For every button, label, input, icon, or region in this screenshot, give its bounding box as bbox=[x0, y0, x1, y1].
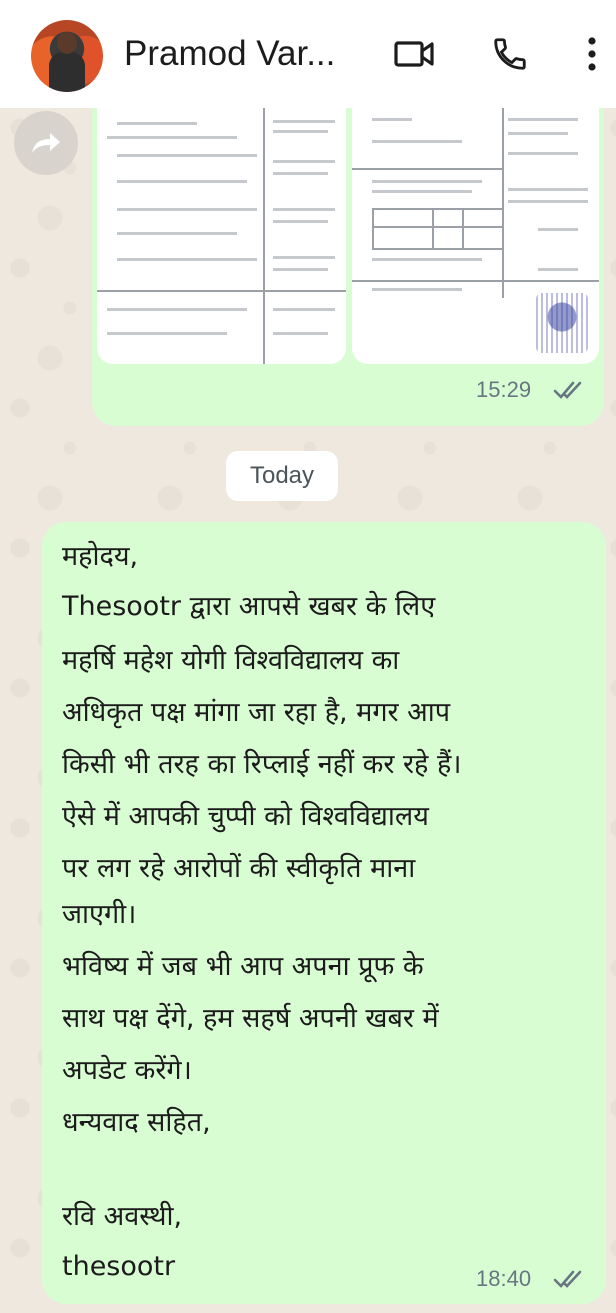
message-line: अपडेट करेंगे। bbox=[62, 1055, 192, 1086]
chat-header: Pramod Var... bbox=[0, 0, 616, 108]
message-line: ऐसे में आपकी चुप्पी को विश्वविद्यालय bbox=[62, 801, 429, 832]
forward-icon bbox=[32, 133, 60, 153]
video-camera-icon[interactable] bbox=[390, 30, 438, 78]
message-line: भविष्य में जब भी आप अपना प्रूफ के bbox=[62, 951, 424, 982]
date-separator: Today bbox=[226, 451, 338, 501]
contact-name[interactable]: Pramod Var... bbox=[124, 30, 364, 78]
contact-avatar[interactable] bbox=[31, 20, 103, 92]
message-line: thesootr bbox=[62, 1251, 176, 1282]
message-time: 15:29 bbox=[476, 377, 532, 402]
message-line: महोदय, bbox=[62, 541, 139, 572]
phone-icon[interactable] bbox=[486, 30, 534, 78]
message-line: किसी भी तरह का रिप्लाई नहीं कर रहे हैं। bbox=[62, 749, 462, 780]
message-line: महर्षि महेश योगी विश्वविद्यालय का bbox=[62, 645, 400, 676]
message-line: धन्यवाद सहित, bbox=[62, 1107, 211, 1138]
message-line: जाएगी। bbox=[62, 899, 137, 930]
document-image-thumbnail[interactable] bbox=[352, 108, 599, 364]
double-check-icon bbox=[553, 1270, 582, 1288]
message-line: अधिकृत पक्ष मांगा जा रहा है, मगर आप bbox=[62, 697, 451, 728]
forward-button[interactable] bbox=[14, 111, 78, 175]
message-time: 18:40 bbox=[476, 1266, 532, 1291]
more-vertical-icon[interactable] bbox=[568, 30, 616, 78]
avatar-head bbox=[57, 32, 77, 54]
double-check-icon bbox=[553, 381, 582, 399]
stamp-seal bbox=[536, 293, 588, 353]
avatar-figure bbox=[49, 52, 85, 92]
message-line: साथ पक्ष देंगे, हम सहर्ष अपनी खबर में bbox=[62, 1003, 439, 1034]
message-line: Thesootr द्वारा आपसे खबर के लिए bbox=[62, 591, 436, 622]
message-line: रवि अवस्थी, bbox=[62, 1201, 183, 1232]
document-image-thumbnail[interactable] bbox=[97, 108, 346, 364]
